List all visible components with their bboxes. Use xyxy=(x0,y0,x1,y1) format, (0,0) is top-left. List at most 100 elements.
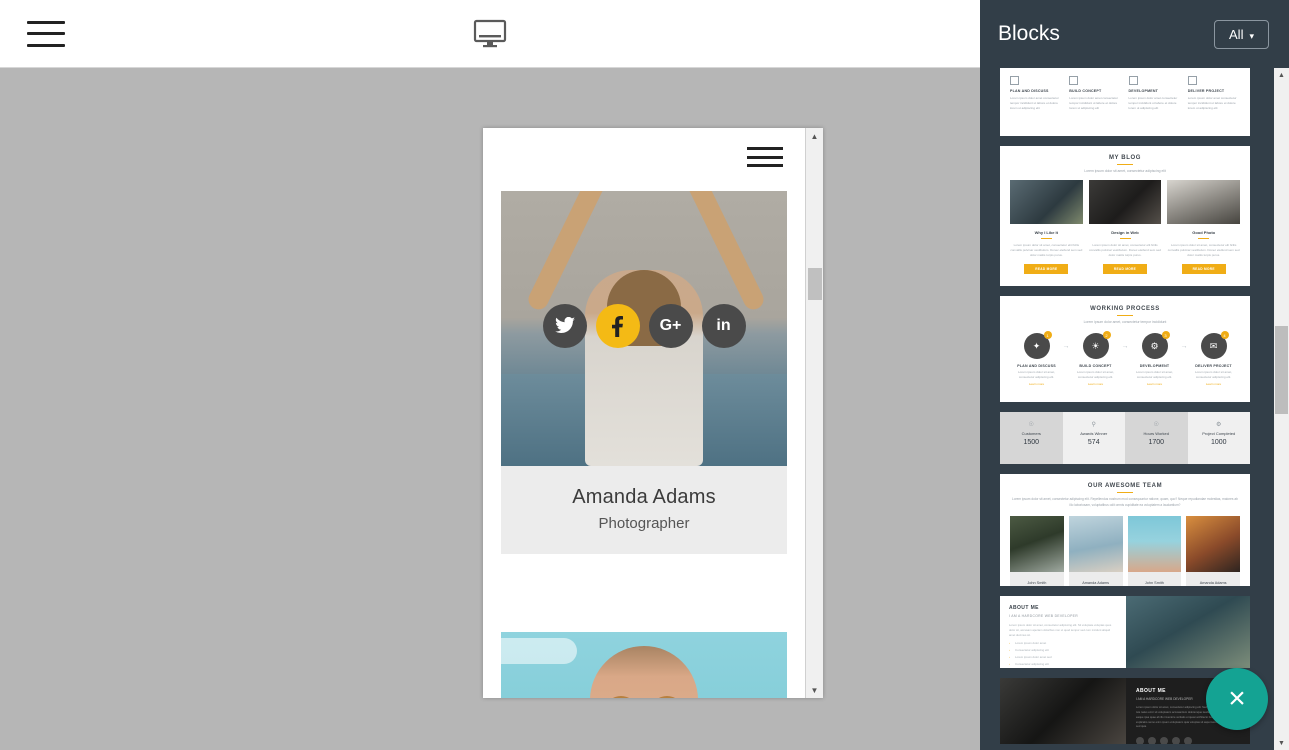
step-badge: 2 xyxy=(1103,331,1111,339)
feature-text: Lorem ipsum dolor amet consectetur tempo… xyxy=(1188,96,1240,111)
scroll-up-icon[interactable]: ▲ xyxy=(1274,68,1289,82)
counter-value: 1000 xyxy=(1188,439,1251,446)
block-thumbnail-blog[interactable]: MY BLOG Lorem ipsum dolor sit amet, cons… xyxy=(1000,146,1250,286)
editor-canvas: G+ in Amanda Adams Photographer ▲ xyxy=(0,68,980,750)
step-link[interactable]: Learn more xyxy=(1072,382,1120,387)
member-info: John Smith Developer xyxy=(1128,572,1182,586)
bullet-item: Consectetur adipiscing elit xyxy=(1009,648,1117,652)
counter-label: Project Completed xyxy=(1188,431,1251,436)
counter-value: 574 xyxy=(1063,439,1126,446)
facebook-glyph xyxy=(612,316,623,337)
step-link[interactable]: Learn more xyxy=(1131,382,1179,387)
layers-icon xyxy=(1129,76,1138,85)
person-name: Amanda Adams xyxy=(501,486,787,509)
social-icon[interactable] xyxy=(1148,737,1156,744)
counter-label: Awards Winner xyxy=(1063,431,1126,436)
about-photo xyxy=(1000,678,1126,744)
card-underline xyxy=(1041,238,1052,239)
linkedin-icon[interactable]: in xyxy=(702,304,746,348)
process-step: ✉ 4 DELIVER PROJECT Lorem ipsum dolor si… xyxy=(1190,333,1238,387)
blocks-list[interactable]: PLAN AND DISCUSS Lorem ipsum dolor amet … xyxy=(980,68,1274,750)
feature-text: Lorem ipsum dolor amet consectetur tempo… xyxy=(1010,96,1062,111)
scroll-down-icon[interactable]: ▼ xyxy=(1274,736,1289,750)
gear-icon: ⚙ 3 xyxy=(1142,333,1168,359)
step-title: BUILD CONCEPT xyxy=(1072,364,1120,368)
page-preview[interactable]: G+ in Amanda Adams Photographer ▲ xyxy=(483,128,823,698)
process-step: ✦ 1 PLAN AND DISCUSS Lorem ipsum dolor s… xyxy=(1013,333,1061,387)
preview-viewport: G+ in Amanda Adams Photographer xyxy=(483,128,805,698)
hamburger-line xyxy=(27,44,65,47)
step-badge: 1 xyxy=(1044,331,1052,339)
card-image xyxy=(1167,180,1240,224)
preview-scroll-thumb[interactable] xyxy=(808,268,822,300)
process-step: ⚙ 3 DEVELOPMENT Lorem ipsum dolor sit am… xyxy=(1131,333,1179,387)
read-more-button[interactable]: READ MORE xyxy=(1024,264,1068,274)
counter-item: ⚙ Project Completed 1000 xyxy=(1188,412,1251,464)
photo-detail xyxy=(607,696,681,698)
block-thumbnail-working-process[interactable]: WORKING PROCESS Lorem ipsum dolor amet, … xyxy=(1000,296,1250,402)
read-more-button[interactable]: READ MORE xyxy=(1103,264,1147,274)
hamburger-line xyxy=(27,32,65,35)
step-title: DEVELOPMENT xyxy=(1131,364,1179,368)
card-text: Lorem ipsum dolor sit amet, consectetur … xyxy=(1010,243,1083,258)
sidebar-scroll-thumb[interactable] xyxy=(1275,326,1288,414)
team-member: Amanda Adams Developer xyxy=(1186,516,1240,586)
block-title: MY BLOG xyxy=(1010,155,1240,161)
block-thumbnail-counters[interactable]: ☉ Customers 1500 ⚲ Awards Winner 574 ☉ H… xyxy=(1000,412,1250,464)
rocket-icon xyxy=(1188,76,1197,85)
step-badge: 4 xyxy=(1221,331,1229,339)
sidebar-scrollbar[interactable]: ▲ ▼ xyxy=(1274,68,1289,750)
feature-text: Lorem ipsum dolor amet consectetur tempo… xyxy=(1129,96,1181,111)
counter-label: Customers xyxy=(1000,431,1063,436)
step-link[interactable]: Learn more xyxy=(1190,382,1238,387)
arrow-right-icon: → xyxy=(1181,333,1188,350)
feature-title: PLAN AND DISCUSS xyxy=(1010,89,1062,93)
member-name: Amanda Adams xyxy=(1186,581,1240,585)
member-info: Amanda Adams Developer xyxy=(1186,572,1240,586)
hamburger-menu-icon[interactable] xyxy=(27,21,65,47)
block-title: OUR AWESOME TEAM xyxy=(1010,483,1240,489)
block-thumbnail-about-light[interactable]: ABOUT ME I AM A HARDCORE WEB DEVELOPER L… xyxy=(1000,596,1250,668)
google-plus-icon[interactable]: G+ xyxy=(649,304,693,348)
about-content: ABOUT ME I AM A HARDCORE WEB DEVELOPER L… xyxy=(1000,596,1126,668)
card-title: Design in Web xyxy=(1089,230,1162,235)
feature-column: BUILD CONCEPT Lorem ipsum dolor amet con… xyxy=(1069,76,1121,111)
page-title: Blocks xyxy=(998,22,1060,46)
card-image xyxy=(1010,180,1083,224)
member-name: John Smith xyxy=(1128,581,1182,585)
block-thumbnail-features[interactable]: PLAN AND DISCUSS Lorem ipsum dolor amet … xyxy=(1000,68,1250,136)
desktop-monitor-icon[interactable] xyxy=(470,14,510,54)
team-member: John Smith Developer xyxy=(1010,516,1064,586)
close-icon[interactable]: × xyxy=(1206,668,1268,730)
arrow-right-icon: → xyxy=(1063,333,1070,350)
process-step: ☀ 2 BUILD CONCEPT Lorem ipsum dolor sit … xyxy=(1072,333,1120,387)
twitter-icon[interactable] xyxy=(543,304,587,348)
photo-detail xyxy=(590,646,698,698)
person-role: Photographer xyxy=(501,515,787,532)
twitter-glyph xyxy=(555,317,575,335)
card-title: Why I Like It xyxy=(1010,230,1083,235)
hamburger-menu-icon[interactable] xyxy=(747,147,783,167)
facebook-icon[interactable] xyxy=(596,304,640,348)
scroll-down-icon[interactable]: ▼ xyxy=(806,682,823,698)
title-underline xyxy=(1117,315,1133,316)
social-icon[interactable] xyxy=(1136,737,1144,744)
step-link[interactable]: Learn more xyxy=(1013,382,1061,387)
blocks-filter-dropdown[interactable]: All▾ xyxy=(1214,20,1269,49)
scroll-up-icon[interactable]: ▲ xyxy=(806,128,823,144)
social-icon[interactable] xyxy=(1160,737,1168,744)
social-icon[interactable] xyxy=(1172,737,1180,744)
blocks-sidebar: Blocks All▾ PLAN AND DISCUSS Lorem ipsum… xyxy=(980,0,1289,750)
hero-caption: Amanda Adams Photographer xyxy=(501,466,787,554)
about-photo xyxy=(1126,596,1250,668)
block-thumbnail-team[interactable]: OUR AWESOME TEAM Lorem ipsum dolor sit a… xyxy=(1000,474,1250,586)
card-title: Good Photo xyxy=(1167,230,1240,235)
social-icon[interactable] xyxy=(1184,737,1192,744)
title-underline xyxy=(1117,492,1133,493)
preview-scrollbar[interactable]: ▲ ▼ xyxy=(805,128,823,698)
read-more-button[interactable]: READ MORE xyxy=(1182,264,1226,274)
feature-columns: PLAN AND DISCUSS Lorem ipsum dolor amet … xyxy=(1010,76,1240,111)
team-members: John Smith Developer Amanda Adams Develo… xyxy=(1010,516,1240,586)
document-icon xyxy=(1010,76,1019,85)
process-steps: ✦ 1 PLAN AND DISCUSS Lorem ipsum dolor s… xyxy=(1010,333,1240,387)
